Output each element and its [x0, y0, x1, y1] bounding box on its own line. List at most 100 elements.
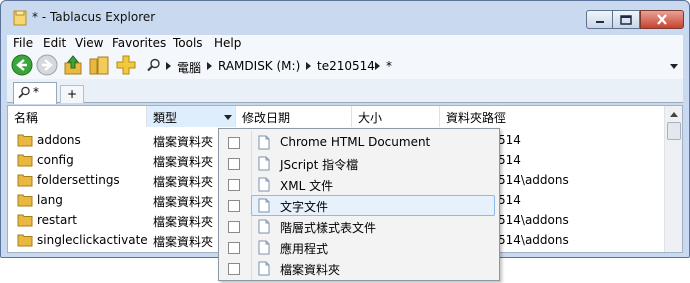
new-tab-icon[interactable] — [115, 54, 137, 76]
row-path: 514\addons — [498, 233, 569, 247]
column-header-name[interactable]: 名稱 — [8, 106, 147, 127]
filter-item-label: XML 文件 — [280, 179, 334, 193]
type-filter-menu: Chrome HTML Document JScript 指令檔 XML 文件 … — [218, 128, 500, 281]
filter-item-xml[interactable]: XML 文件 — [219, 174, 499, 195]
vertical-scrollbar[interactable] — [664, 106, 682, 252]
address-dropdown-icon[interactable] — [670, 64, 678, 69]
row-path: 514 — [498, 133, 521, 147]
search-icon — [18, 86, 30, 99]
menu-favorites[interactable]: Favorites — [112, 36, 166, 50]
folder-icon — [13, 10, 27, 26]
filter-item-chrome-html[interactable]: Chrome HTML Document — [219, 132, 499, 153]
column-header-folder-path[interactable]: 資料夾路徑 — [440, 106, 664, 127]
window-title: * - Tablacus Explorer — [32, 10, 156, 24]
filter-item-folder[interactable]: 檔案資料夾 — [219, 258, 499, 279]
toolbar: 電腦 RAMDISK (M:) te210514 * — [7, 53, 683, 79]
menu-tools[interactable]: Tools — [173, 36, 203, 50]
row-name: lang — [37, 193, 63, 207]
row-name: foldersettings — [37, 173, 120, 187]
tab-bar: * + — [7, 79, 683, 104]
column-header-label: 類型 — [153, 111, 178, 125]
file-icon — [258, 156, 270, 171]
row-path: 514 — [498, 193, 521, 207]
filter-item-label: 文字文件 — [280, 200, 329, 214]
file-icon — [258, 198, 270, 213]
close-button[interactable] — [640, 10, 684, 29]
row-type: 檔案資料夾 — [153, 195, 214, 209]
forward-icon[interactable] — [36, 54, 58, 76]
breadcrumb-separator-icon[interactable] — [375, 62, 380, 70]
filter-checkbox[interactable] — [228, 137, 240, 149]
filter-checkbox[interactable] — [228, 158, 240, 170]
row-name: singleclickactivate — [37, 233, 148, 247]
scroll-thumb[interactable] — [667, 122, 681, 140]
maximize-button[interactable] — [613, 10, 640, 29]
filter-item-label: 檔案資料夾 — [280, 263, 341, 277]
minimize-icon — [595, 20, 604, 23]
file-icon — [258, 261, 270, 276]
breadcrumb-current[interactable]: * — [386, 59, 392, 73]
add-tab-button[interactable]: + — [60, 85, 84, 103]
row-type: 檔案資料夾 — [153, 155, 214, 169]
menu-edit[interactable]: Edit — [43, 36, 66, 50]
folder-icon — [17, 194, 33, 207]
filter-item-label: JScript 指令檔 — [280, 158, 359, 172]
column-header-label: 修改日期 — [242, 111, 291, 125]
minimize-button[interactable] — [586, 10, 613, 29]
folders-icon[interactable] — [88, 54, 110, 76]
column-header-modified[interactable]: 修改日期 — [236, 106, 352, 127]
back-icon[interactable] — [11, 54, 33, 76]
address-bar[interactable]: 電腦 RAMDISK (M:) te210514 * — [147, 56, 683, 76]
filter-checkbox[interactable] — [228, 179, 240, 191]
menu-view[interactable]: View — [75, 36, 103, 50]
folder-icon — [17, 134, 33, 147]
file-icon — [258, 177, 270, 192]
tab-label: * — [33, 85, 39, 99]
maximize-icon — [620, 14, 632, 25]
row-type: 檔案資料夾 — [153, 175, 214, 189]
menu-help[interactable]: Help — [214, 36, 241, 50]
filter-checkbox[interactable] — [228, 242, 240, 254]
breadcrumb-te210514[interactable]: te210514 — [317, 59, 375, 73]
column-header-label: 名稱 — [14, 111, 39, 125]
row-name: restart — [37, 213, 78, 227]
breadcrumb-computer[interactable]: 電腦 — [177, 59, 201, 76]
breadcrumb-separator-icon[interactable] — [207, 62, 212, 70]
tab-current[interactable]: * — [13, 82, 57, 104]
column-header-label: 大小 — [358, 111, 383, 125]
row-type: 檔案資料夾 — [153, 215, 214, 229]
column-header-label: 資料夾路徑 — [446, 111, 507, 125]
breadcrumb-separator-icon[interactable] — [166, 62, 171, 70]
column-header-type[interactable]: 類型 — [147, 106, 236, 127]
menu-file[interactable]: File — [13, 36, 33, 50]
breadcrumb-ramdisk[interactable]: RAMDISK (M:) — [218, 59, 300, 73]
row-name: addons — [37, 133, 81, 147]
scroll-up-icon[interactable] — [670, 112, 678, 117]
filter-checkbox[interactable] — [228, 200, 240, 212]
column-filter-dropdown-icon[interactable] — [224, 115, 232, 120]
row-path: 514\addons — [498, 173, 569, 187]
row-path: 514 — [498, 153, 521, 167]
filter-item-label: Chrome HTML Document — [280, 135, 431, 149]
up-folder-icon[interactable] — [62, 54, 84, 76]
filter-item-css[interactable]: 階層式樣式表文件 — [219, 216, 499, 237]
breadcrumb-separator-icon[interactable] — [306, 62, 311, 70]
filter-item-text[interactable]: 文字文件 — [219, 195, 499, 216]
row-path: 514\addons — [498, 213, 569, 227]
folder-icon — [17, 154, 33, 167]
folder-icon — [17, 214, 33, 227]
filter-item-application[interactable]: 應用程式 — [219, 237, 499, 258]
row-type: 檔案資料夾 — [153, 235, 214, 249]
column-header-size[interactable]: 大小 — [352, 106, 440, 127]
title-bar[interactable]: * - Tablacus Explorer — [1, 1, 689, 35]
file-icon — [258, 135, 270, 150]
filter-item-label: 階層式樣式表文件 — [280, 221, 377, 235]
row-type: 檔案資料夾 — [153, 135, 214, 149]
filter-item-label: 應用程式 — [280, 242, 329, 256]
filter-item-jscript[interactable]: JScript 指令檔 — [219, 153, 499, 174]
filter-checkbox[interactable] — [228, 221, 240, 233]
search-icon[interactable] — [147, 58, 161, 72]
filter-checkbox[interactable] — [228, 263, 240, 275]
menu-bar: File Edit View Favorites Tools Help — [7, 35, 683, 53]
file-icon — [258, 219, 270, 234]
